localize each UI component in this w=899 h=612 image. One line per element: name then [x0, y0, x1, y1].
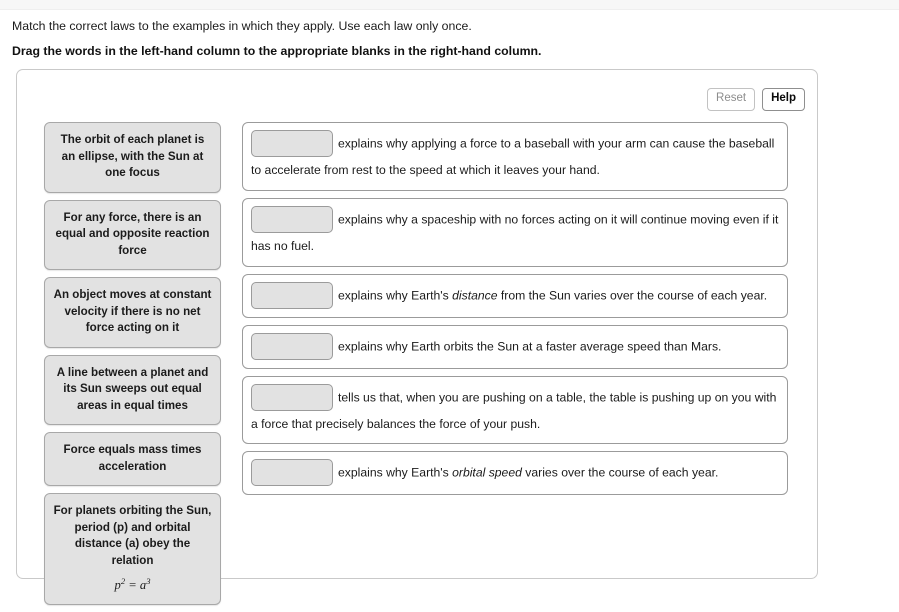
statement-row: explains why Earth's orbital speed varie…	[242, 451, 788, 496]
law-tile-label: An object moves at constant velocity if …	[53, 288, 212, 334]
statement-column: explains why applying a force to a baseb…	[242, 122, 788, 502]
law-tile[interactable]: Force equals mass times acceleration	[44, 432, 221, 486]
law-bank-column: The orbit of each planet is an ellipse, …	[44, 122, 221, 612]
instructions: Match the correct laws to the examples i…	[12, 18, 872, 59]
statement-row: explains why a spaceship with no forces …	[242, 197, 788, 267]
instruction-primary-text: Match the correct laws to the examples i…	[12, 19, 472, 33]
statement-text: explains why Earth's orbital speed varie…	[338, 465, 719, 480]
statement-row: tells us that, when you are pushing on a…	[242, 375, 788, 445]
law-tile-label: For planets orbiting the Sun, period (p)…	[53, 504, 212, 567]
law-tile-label: The orbit of each planet is an ellipse, …	[60, 133, 205, 179]
law-tile-label: For any force, there is an equal and opp…	[55, 210, 210, 257]
law-tile[interactable]: For planets orbiting the Sun, period (p)…	[44, 493, 221, 605]
statement-row: explains why Earth's distance from the S…	[242, 273, 788, 318]
instruction-secondary-text: Drag the words in the left-hand column t…	[12, 44, 542, 58]
law-tile[interactable]: The orbit of each planet is an ellipse, …	[44, 122, 221, 193]
law-tile-label: Force equals mass times acceleration	[63, 443, 202, 473]
drop-blank[interactable]	[251, 281, 333, 309]
drop-blank[interactable]	[251, 130, 333, 157]
top-status-bar	[0, 0, 899, 10]
statement-text: explains why Earth's distance from the S…	[338, 288, 768, 303]
drop-blank[interactable]	[251, 383, 333, 411]
law-tile-formula: p2 = a3	[114, 576, 151, 593]
statement-row: explains why applying a force to a baseb…	[242, 122, 788, 191]
law-tile[interactable]: A line between a planet and its Sun swee…	[44, 354, 221, 425]
drop-blank[interactable]	[251, 205, 333, 233]
drop-blank[interactable]	[251, 459, 333, 487]
activity-panel: Reset Help The orbit of each planet is a…	[16, 69, 818, 605]
statement-text: explains why Earth orbits the Sun at a f…	[338, 339, 722, 354]
panel-toolbar: Reset Help	[707, 88, 805, 111]
statement-row: explains why Earth orbits the Sun at a f…	[242, 324, 788, 369]
law-tile[interactable]: An object moves at constant velocity if …	[44, 277, 221, 348]
reset-button[interactable]: Reset	[707, 88, 756, 111]
law-tile[interactable]: For any force, there is an equal and opp…	[44, 199, 221, 270]
law-tile-label: A line between a planet and its Sun swee…	[56, 365, 209, 412]
help-button[interactable]: Help	[762, 88, 805, 111]
drop-blank[interactable]	[251, 332, 333, 360]
